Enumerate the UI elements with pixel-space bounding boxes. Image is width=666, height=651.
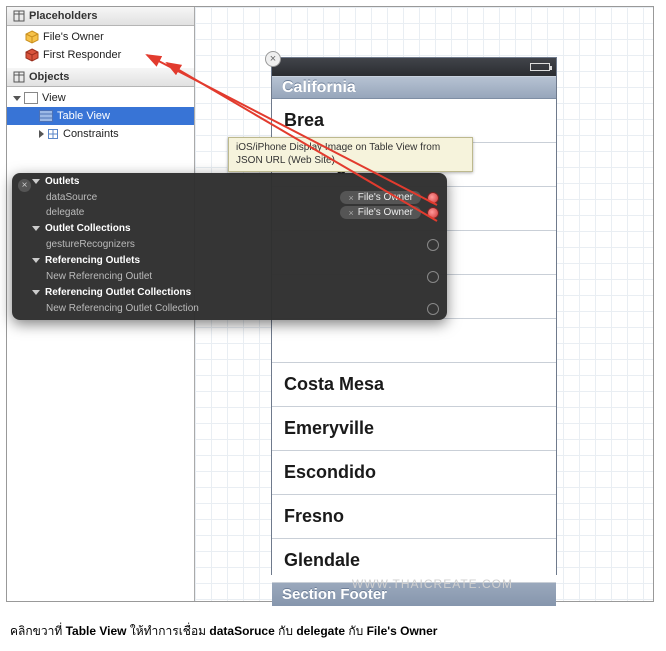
outlet-delegate-row[interactable]: delegate ×File's Owner <box>12 205 447 220</box>
view-icon <box>24 92 38 104</box>
referencing-outlet-collections-section-header[interactable]: Referencing Outlet Collections <box>12 284 447 301</box>
battery-icon <box>530 63 550 71</box>
first-responder-label: First Responder <box>43 49 121 61</box>
table-row[interactable] <box>272 319 556 363</box>
disclosure-right-icon[interactable] <box>39 130 44 138</box>
cube-yellow-icon <box>25 30 39 44</box>
constraints-row[interactable]: Constraints <box>7 125 194 143</box>
table-row[interactable]: Fresno <box>272 495 556 539</box>
files-owner-row[interactable]: File's Owner <box>7 28 194 46</box>
close-icon[interactable]: × <box>18 179 31 192</box>
view-row[interactable]: View <box>7 89 194 107</box>
statusbar <box>272 58 556 76</box>
connection-dot-icon[interactable] <box>427 271 439 283</box>
placeholders-title: Placeholders <box>29 10 97 22</box>
placeholders-header[interactable]: Placeholders <box>7 7 194 26</box>
objects-title: Objects <box>29 71 69 83</box>
objects-header[interactable]: Objects <box>7 68 194 87</box>
tableview-row[interactable]: Table View <box>7 107 194 125</box>
disconnect-icon[interactable]: × <box>348 193 353 203</box>
table-row[interactable]: Costa Mesa <box>272 363 556 407</box>
outlets-section-header[interactable]: Outlets <box>12 173 447 190</box>
chevron-down-icon <box>32 290 40 295</box>
caption: คลิกขวาที่ Table View ให้ทำการเชื่อม dat… <box>0 608 666 647</box>
connection-dot-icon[interactable] <box>427 192 439 204</box>
section-header: California <box>272 76 556 99</box>
watermark: WWW.THAICREATE.COM <box>352 577 513 591</box>
view-label: View <box>42 92 66 104</box>
gesture-recognizers-row[interactable]: gestureRecognizers <box>12 237 447 252</box>
files-owner-label: File's Owner <box>43 31 104 43</box>
outlet-collections-section-header[interactable]: Outlet Collections <box>12 220 447 237</box>
xcode-canvas: Placeholders File's Owner First Responde… <box>6 6 654 602</box>
chevron-down-icon <box>32 179 40 184</box>
disclosure-down-icon[interactable] <box>13 96 21 101</box>
chevron-down-icon <box>32 226 40 231</box>
new-referencing-outlet-collection-row[interactable]: New Referencing Outlet Collection <box>12 301 447 316</box>
disconnect-icon[interactable]: × <box>348 208 353 218</box>
cube-red-icon <box>25 48 39 62</box>
cube-icon <box>13 71 25 83</box>
tooltip: iOS/iPhone Display Image on Table View f… <box>228 137 473 172</box>
table-row[interactable]: Escondido <box>272 451 556 495</box>
tableview-icon <box>39 110 53 122</box>
close-icon[interactable]: × <box>265 51 281 67</box>
datasource-target-pill[interactable]: ×File's Owner <box>340 191 421 204</box>
connection-dot-icon[interactable] <box>427 239 439 251</box>
new-referencing-outlet-row[interactable]: New Referencing Outlet <box>12 269 447 284</box>
table-row[interactable]: Emeryville <box>272 407 556 451</box>
constraints-icon <box>47 128 59 140</box>
outlet-datasource-row[interactable]: dataSource ×File's Owner <box>12 190 447 205</box>
first-responder-row[interactable]: First Responder <box>7 46 194 64</box>
connection-dot-icon[interactable] <box>427 207 439 219</box>
tableview-label: Table View <box>57 110 110 122</box>
connection-dot-icon[interactable] <box>427 303 439 315</box>
cube-icon <box>13 10 25 22</box>
placeholders-body: File's Owner First Responder <box>7 26 194 68</box>
referencing-outlets-section-header[interactable]: Referencing Outlets <box>12 252 447 269</box>
connections-inspector-hud[interactable]: × Outlets dataSource ×File's Owner deleg… <box>12 173 447 320</box>
objects-body: View Table View Constraints <box>7 87 194 147</box>
constraints-label: Constraints <box>63 128 119 140</box>
delegate-target-pill[interactable]: ×File's Owner <box>340 206 421 219</box>
chevron-down-icon <box>32 258 40 263</box>
